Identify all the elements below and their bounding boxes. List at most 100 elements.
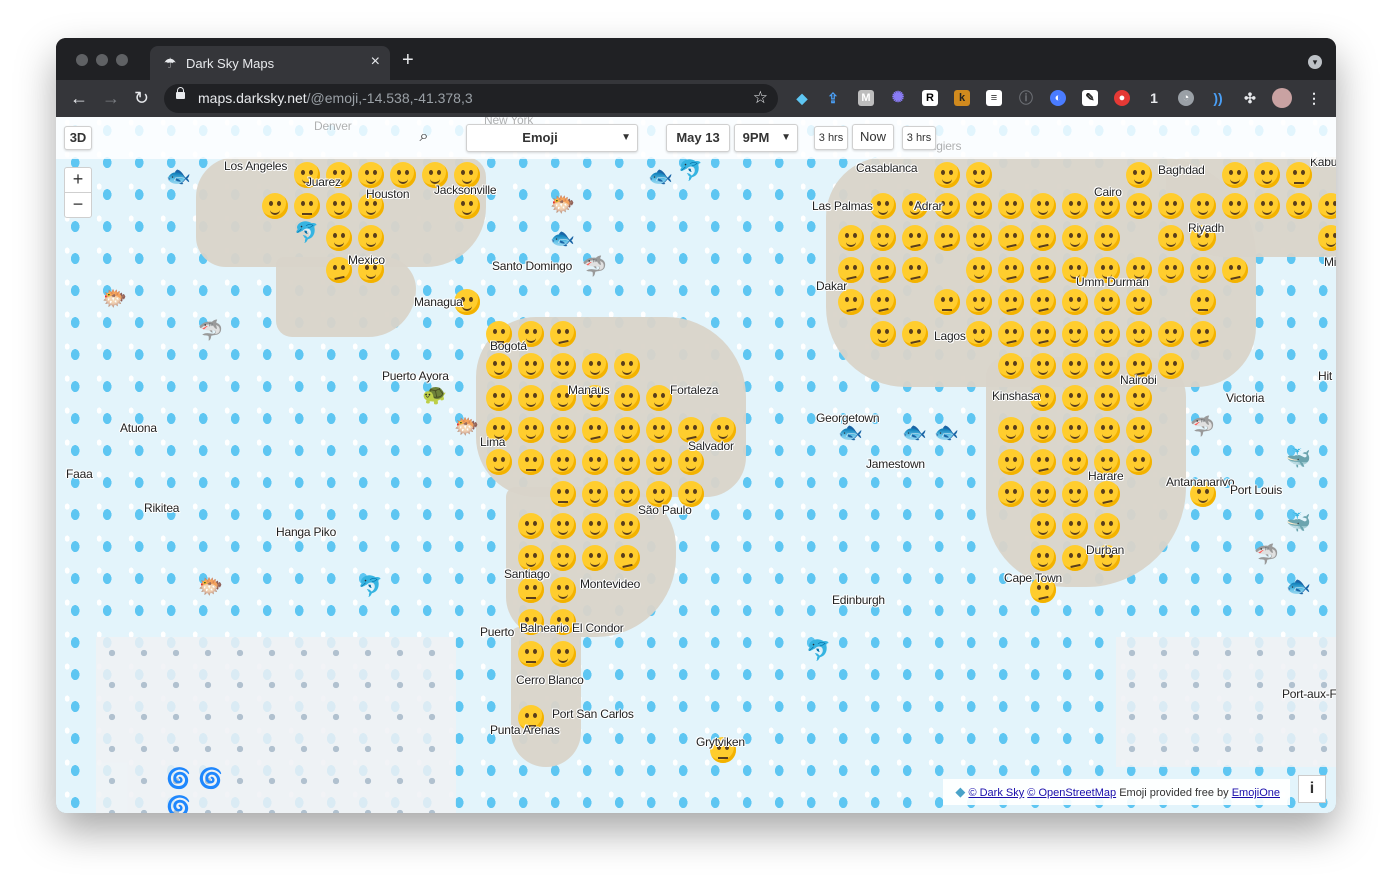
smile-face-icon — [1062, 353, 1088, 379]
step-forward-button[interactable]: 3 hrs — [902, 126, 936, 150]
neutral-face-icon — [518, 449, 544, 475]
pokeball-extension-icon[interactable]: ● — [1114, 90, 1130, 106]
k-extension-icon[interactable]: k — [954, 90, 970, 106]
3d-toggle-button[interactable]: 3D — [64, 126, 92, 150]
smile-face-icon — [614, 353, 640, 379]
diamond-extension-icon[interactable]: ◆ — [794, 90, 810, 106]
maximize-window-button[interactable] — [116, 54, 128, 66]
label-rikitea: Rikitea — [144, 501, 180, 515]
blush-face-icon — [614, 481, 640, 507]
profile-avatar[interactable] — [1272, 88, 1292, 108]
confused-face-icon — [870, 257, 896, 283]
smile-face-icon — [1094, 513, 1120, 539]
confused-face-icon — [902, 257, 928, 283]
smile-face-icon — [550, 417, 576, 443]
label-balneario-el-condor: Balneario El Condor — [520, 621, 624, 635]
blowfish-icon: 🐡 — [198, 576, 223, 598]
step-back-button[interactable]: 3 hrs — [814, 126, 848, 150]
smile-face-icon — [550, 641, 576, 667]
blush-face-icon — [582, 481, 608, 507]
map-viewport[interactable]: 🐟 🐟 🐬 🐟 🐬 🐡 🐡 🦈 🦈 🐢 🐡 🐟 🐟 🐟 🦈 🐳 🐳 🦈 🐟 🐡 … — [56, 117, 1336, 813]
label-montevideo: Montevideo — [580, 577, 641, 591]
close-window-button[interactable] — [76, 54, 88, 66]
label-atuona: Atuona — [120, 421, 157, 435]
tab-title: Dark Sky Maps — [186, 56, 275, 71]
m-extension-icon[interactable]: M — [858, 90, 874, 106]
confused-face-icon — [998, 289, 1024, 315]
label-cerro-blanco: Cerro Blanco — [516, 673, 584, 687]
smile-face-icon — [550, 545, 576, 571]
search-icon[interactable]: ⌕ — [410, 124, 438, 150]
share-extension-icon[interactable]: ⇪ — [825, 90, 841, 106]
pen-extension-icon[interactable]: ✎ — [1082, 90, 1098, 106]
cold-region-indian — [1116, 637, 1336, 767]
fish-icon: 🐟 — [838, 422, 863, 444]
label-victoria: Victoria — [1226, 391, 1265, 405]
menu-kebab-icon[interactable]: ⋮ — [1306, 90, 1322, 106]
layer-select-value: Emoji — [522, 130, 558, 145]
sparkle-extension-icon[interactable]: ✺ — [890, 90, 906, 106]
smile-face-icon — [326, 225, 352, 251]
time-select[interactable]: 9PM ▼ — [734, 124, 798, 152]
circle-extension-icon[interactable]: ◐ — [1050, 90, 1066, 106]
openstreetmap-link[interactable]: © OpenStreetMap — [1027, 787, 1116, 799]
dark-sky-link[interactable]: © Dark Sky — [968, 787, 1024, 799]
smile-face-icon — [1126, 449, 1152, 475]
smile-face-icon — [550, 577, 576, 603]
new-tab-button[interactable]: + — [402, 50, 414, 70]
tab-dark-sky-maps[interactable]: ☂ Dark Sky Maps × — [150, 46, 390, 80]
confused-face-icon — [870, 289, 896, 315]
date-picker-button[interactable]: May 13 — [666, 124, 730, 152]
badge-count[interactable]: 1 — [1146, 90, 1162, 106]
info-button[interactable]: i — [1298, 775, 1326, 803]
label-las-palmas: Las Palmas — [812, 199, 873, 213]
puzzle-extensions-icon[interactable]: ✣ — [1242, 90, 1258, 106]
now-button[interactable]: Now — [852, 124, 894, 150]
r-extension-icon[interactable]: R — [922, 90, 938, 106]
smile-face-icon — [1126, 385, 1152, 411]
close-tab-icon[interactable]: × — [371, 53, 380, 71]
label-manaus: Manaus — [568, 383, 610, 397]
reload-icon[interactable]: ↻ — [134, 88, 149, 108]
emojione-link[interactable]: EmojiOne — [1232, 787, 1280, 799]
info-extension-icon[interactable]: ⓘ — [1018, 90, 1034, 106]
label-grytviken: Grytviken — [696, 735, 745, 749]
label-port-louis: Port Louis — [1230, 483, 1283, 497]
zoom-in-button[interactable]: + — [64, 167, 92, 193]
smile-face-icon — [1222, 193, 1248, 219]
back-arrow-icon[interactable]: ← — [70, 88, 88, 108]
label-fortaleza: Fortaleza — [670, 383, 719, 397]
cyclone-icon: 🌀 — [198, 768, 223, 790]
url-text: maps.darksky.net/@emoji,-14.538,-41.378,… — [198, 90, 473, 106]
smile-face-icon — [998, 481, 1024, 507]
confused-face-icon — [582, 417, 608, 443]
smile-face-icon — [1158, 225, 1184, 251]
blush-face-icon — [1158, 321, 1184, 347]
address-bar[interactable]: maps.darksky.net/@emoji,-14.538,-41.378,… — [164, 84, 778, 113]
blush-face-icon — [1126, 193, 1152, 219]
confused-face-icon — [1030, 289, 1056, 315]
list-extension-icon[interactable]: ≡ — [986, 90, 1002, 106]
fish-icon: 🐟 — [934, 422, 959, 444]
layer-select[interactable]: Emoji ▼ — [466, 124, 638, 152]
turtle-icon: 🐢 — [422, 384, 447, 406]
label-cairo: Cairo — [1094, 185, 1122, 199]
shark-icon: 🦈 — [582, 256, 607, 278]
tab-search-icon[interactable]: ▾ — [1308, 55, 1322, 69]
bookmark-star-icon[interactable]: ☆ — [753, 88, 768, 108]
smile-face-icon — [614, 385, 640, 411]
signal-extension-icon[interactable]: )) — [1210, 90, 1226, 106]
smile-face-icon — [1126, 321, 1152, 347]
label-umm-durman: Umm Durman — [1076, 275, 1149, 289]
zoom-out-button[interactable]: − — [64, 192, 92, 218]
label-hit: Hit — [1318, 369, 1333, 383]
smile-face-icon — [614, 449, 640, 475]
confused-face-icon — [614, 545, 640, 571]
smile-face-icon — [1062, 449, 1088, 475]
smile-face-icon — [518, 513, 544, 539]
label-riyadh: Riyadh — [1188, 221, 1225, 235]
minimize-window-button[interactable] — [96, 54, 108, 66]
grey-circle-extension-icon[interactable]: ◔ — [1178, 90, 1194, 106]
smile-face-icon — [486, 353, 512, 379]
forward-arrow-icon[interactable]: → — [102, 88, 120, 108]
